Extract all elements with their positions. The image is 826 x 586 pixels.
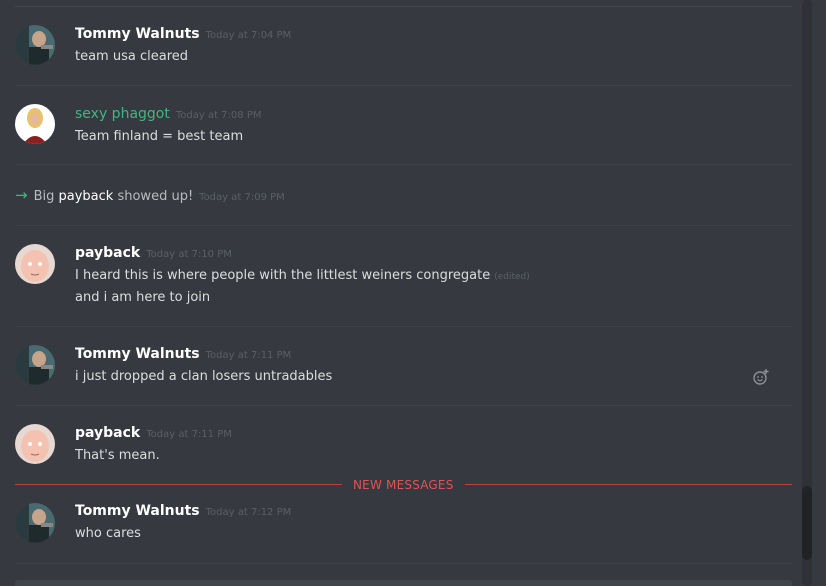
message-timestamp: Today at 7:12 PM [205,507,292,518]
message-divider [15,85,792,86]
message-divider [15,164,792,165]
message-timestamp: Today at 7:11 PM [205,350,292,361]
message-author[interactable]: sexy phaggot Today at 7:08 PM [75,106,261,122]
arrow-right-icon: → [15,186,28,204]
edited-marker: (edited) [494,272,530,282]
message-group: Tommy Walnuts Today at 7:04 PM team usa c… [0,20,792,80]
new-messages-label: NEW MESSAGES [353,478,454,492]
message-author[interactable]: Tommy Walnuts Today at 7:12 PM [75,503,291,519]
message-input-edge[interactable] [15,580,792,586]
message-author[interactable]: payback Today at 7:10 PM [75,245,232,261]
message-text: I heard this is where people with the li… [75,268,530,283]
avatar[interactable] [15,503,55,543]
message-list: Tommy Walnuts Today at 7:04 PM team usa c… [0,0,800,586]
message-divider [15,225,792,226]
message-author[interactable]: Tommy Walnuts Today at 7:11 PM [75,346,291,362]
message-text: team usa cleared [75,49,189,64]
message-text: who cares [75,526,141,541]
message-author[interactable]: payback Today at 7:11 PM [75,425,232,441]
message-timestamp: Today at 7:11 PM [146,429,232,440]
message-timestamp: Today at 7:10 PM [146,249,232,260]
add-reaction-icon[interactable] [752,368,770,386]
avatar[interactable] [15,424,55,464]
message-timestamp: Today at 7:08 PM [175,110,262,121]
message-text: Team finland = best team [75,129,244,144]
avatar[interactable] [15,104,55,144]
message-text: and i am here to join [75,290,211,305]
system-username[interactable]: payback [59,189,114,204]
message-text: i just dropped a clan losers untradables [75,369,333,384]
message-group: payback Today at 7:10 PM I heard this is … [0,240,792,320]
new-messages-divider: NEW MESSAGES [15,478,792,492]
avatar[interactable] [15,345,55,385]
message-author[interactable]: Tommy Walnuts Today at 7:04 PM [75,26,291,42]
message-divider [15,405,792,406]
message-group: Tommy Walnuts Today at 7:12 PM who cares [0,498,792,558]
message-group: Tommy Walnuts Today at 7:11 PM i just dro… [0,340,792,400]
message-group: payback Today at 7:11 PM That's mean. [0,420,792,480]
divider [15,6,792,7]
scrollbar-thumb[interactable] [802,486,812,560]
message-divider [15,326,792,327]
avatar[interactable] [15,25,55,65]
message-timestamp: Today at 7:04 PM [205,30,292,41]
message-divider [15,563,792,564]
avatar[interactable] [15,244,55,284]
message-timestamp: Today at 7:09 PM [199,192,285,203]
system-join-message: → Big payback showed up! Today at 7:09 PM [15,186,285,204]
message-group: sexy phaggot Today at 7:08 PM Team finlan… [0,100,792,160]
message-text: That's mean. [75,448,160,463]
